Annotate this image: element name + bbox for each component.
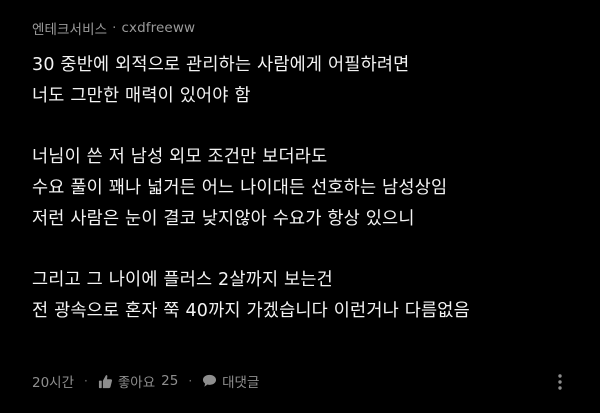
comment-line: 30 중반에 외적으로 관리하는 사람에게 어필하려면: [32, 55, 410, 75]
comment-header: 엔테크서비스 · cxdfreeww: [32, 16, 584, 40]
speech-bubble-icon: [202, 374, 217, 388]
reply-label: 대댓글: [222, 375, 260, 391]
footer-dot: ·: [188, 374, 193, 388]
like-button[interactable]: 좋아요 25: [98, 371, 178, 391]
more-vertical-icon: [558, 374, 562, 390]
comment-paragraph-3: 그리고 그 나이에 플러스 2살까지 보는건 전 광속으로 혼자 쭉 40까지 …: [32, 265, 584, 327]
comment-line: 너도 그만한 매력이 있어야 함: [32, 86, 251, 106]
comment-line: 그리고 그 나이에 플러스 2살까지 보는건: [32, 270, 333, 290]
reply-button[interactable]: 대댓글: [202, 371, 259, 391]
comment-paragraph-2: 너님이 쓴 저 남성 외모 조건만 보더라도 수요 풀이 꽤나 넓거든 어느 나…: [32, 142, 584, 235]
author-company[interactable]: 엔테크서비스: [32, 18, 107, 38]
header-separator: ·: [112, 20, 117, 36]
comment-line: 너님이 쓴 저 남성 외모 조건만 보더라도: [32, 147, 328, 167]
like-count: 25: [161, 373, 179, 389]
footer-dot: ·: [84, 374, 88, 388]
comment-footer: 20시간 · 좋아요 25 · 대댓글: [32, 368, 584, 394]
comment-line: 저런 사람은 눈이 결코 낮지않아 수요가 항상 있으니: [32, 209, 415, 229]
comment-time: 20시간: [32, 375, 75, 391]
comment-line: 전 광속으로 혼자 쭉 40까지 가겠습니다 이런거나 다름없음: [32, 301, 470, 321]
comment-line: 수요 풀이 꽤나 넓거든 어느 나이대든 선호하는 남성상임: [32, 178, 448, 198]
comment-paragraph-1: 30 중반에 외적으로 관리하는 사람에게 어필하려면 너도 그만한 매력이 있…: [32, 50, 584, 112]
thumbs-up-icon: [98, 374, 113, 389]
like-label: 좋아요: [117, 375, 156, 391]
comment-body: 30 중반에 외적으로 관리하는 사람에게 어필하려면 너도 그만한 매력이 있…: [32, 50, 584, 327]
author-nickname[interactable]: cxdfreeww: [122, 20, 196, 36]
comment-card: 엔테크서비스 · cxdfreeww 30 중반에 외적으로 관리하는 사람에게…: [0, 0, 600, 413]
more-options-button[interactable]: [548, 370, 572, 394]
